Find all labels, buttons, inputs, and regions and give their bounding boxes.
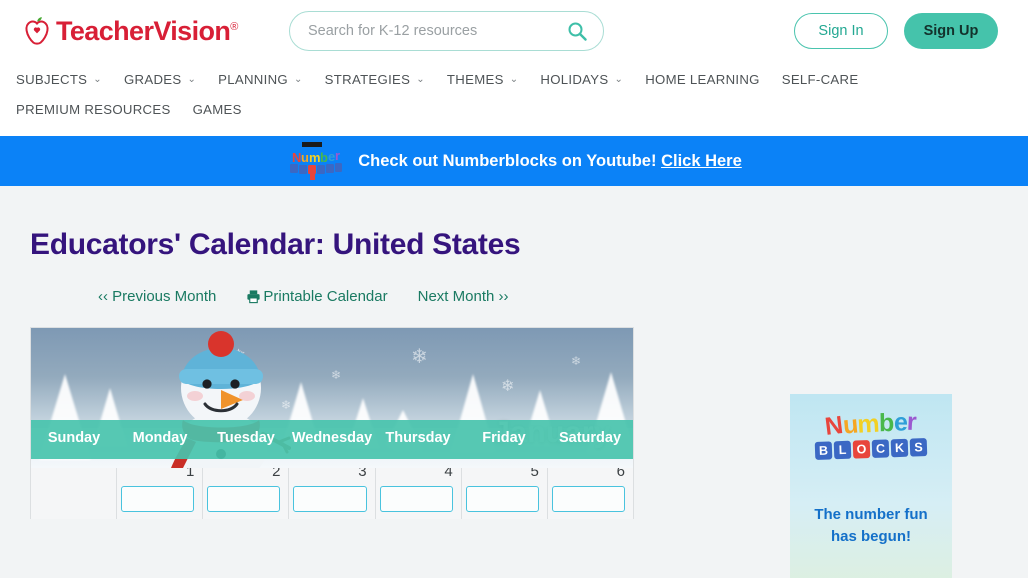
snowflake-icon: ❄ bbox=[331, 368, 342, 382]
previous-month-link[interactable]: ‹‹ Previous Month bbox=[98, 288, 216, 305]
nav-item-label: HOME LEARNING bbox=[645, 71, 760, 87]
svg-text:b: b bbox=[320, 150, 328, 165]
nav-item-label: SELF-CARE bbox=[781, 71, 859, 87]
promo-banner[interactable]: N u m b e r Check out Numberblocks on Yo… bbox=[0, 136, 1028, 186]
snowflake-icon: ❄ bbox=[411, 346, 428, 368]
ad-logo-block: L bbox=[833, 440, 852, 460]
svg-text:N: N bbox=[292, 150, 301, 165]
calendar-event-chip[interactable] bbox=[293, 485, 367, 512]
sign-in-button[interactable]: Sign In bbox=[794, 13, 888, 49]
page-title: Educators' Calendar: United States bbox=[30, 228, 521, 261]
sidebar-column: Number BLOCKS The number fun has begun! bbox=[790, 186, 990, 578]
snowflake-icon: ❄ bbox=[501, 378, 515, 395]
sidebar-ad-numberblocks[interactable]: Number BLOCKS The number fun has begun! bbox=[790, 394, 952, 578]
ad-logo-letter: m bbox=[856, 409, 881, 439]
nav-item-label: PREMIUM RESOURCES bbox=[16, 101, 171, 117]
promo-banner-link[interactable]: Click Here bbox=[661, 152, 742, 170]
svg-text:m: m bbox=[309, 150, 321, 165]
ad-logo-block: S bbox=[909, 438, 928, 457]
ad-logo-letter: b bbox=[879, 409, 895, 438]
promo-banner-text: Check out Numberblocks on Youtube! Click… bbox=[358, 152, 742, 171]
next-month-link[interactable]: Next Month ›› bbox=[418, 288, 509, 305]
next-month-label: Next Month ›› bbox=[417, 288, 509, 305]
calendar-event-chip[interactable] bbox=[207, 485, 281, 512]
site-logo[interactable]: TeacherVision® bbox=[16, 16, 261, 47]
nav-item-home-learning[interactable]: HOME LEARNING bbox=[645, 64, 760, 94]
ad-tagline: The number fun has begun! bbox=[790, 504, 952, 548]
calendar-event-chip[interactable] bbox=[379, 485, 453, 512]
svg-text:u: u bbox=[301, 150, 309, 165]
search-icon[interactable] bbox=[567, 21, 587, 41]
nav-item-premium-resources[interactable]: PREMIUM RESOURCES bbox=[16, 94, 171, 124]
calendar-event-chip[interactable] bbox=[121, 485, 195, 512]
sign-up-button[interactable]: Sign Up bbox=[904, 13, 998, 49]
main-content-column: Educators' Calendar: United States ‹‹ Pr… bbox=[16, 186, 776, 578]
calendar-nav-links: ‹‹ Previous Month Printable Calendar Nex… bbox=[30, 288, 776, 305]
nav-item-grades[interactable]: GRADES ⌄ bbox=[124, 64, 196, 94]
chevron-down-icon: ⌄ bbox=[93, 73, 102, 85]
ad-logo-block: C bbox=[871, 439, 890, 458]
search-box[interactable] bbox=[289, 11, 604, 51]
auth-buttons: Sign In Sign Up bbox=[794, 13, 1012, 49]
nav-item-label: GRADES bbox=[123, 71, 182, 87]
page-body: Educators' Calendar: United States ‹‹ Pr… bbox=[0, 186, 1028, 578]
printable-calendar-label: Printable Calendar bbox=[263, 288, 388, 305]
nav-item-holidays[interactable]: HOLIDAYS ⌄ bbox=[540, 64, 623, 94]
snowflake-icon: ❄ bbox=[571, 354, 582, 368]
nav-item-planning[interactable]: PLANNING ⌄ bbox=[218, 64, 303, 94]
nav-item-self-care[interactable]: SELF-CARE bbox=[782, 64, 859, 94]
nav-item-games[interactable]: GAMES bbox=[193, 94, 242, 124]
nav-item-subjects[interactable]: SUBJECTS ⌄ bbox=[16, 64, 102, 94]
ad-tagline-line2: has begun! bbox=[830, 527, 911, 545]
chevron-down-icon: ⌄ bbox=[187, 73, 197, 85]
ad-logo-word: Number bbox=[824, 407, 918, 442]
chevron-down-icon: ⌄ bbox=[614, 73, 624, 85]
apple-heart-icon bbox=[25, 17, 49, 45]
chevron-down-icon: ⌄ bbox=[509, 73, 519, 85]
nav-item-label: SUBJECTS bbox=[16, 71, 88, 87]
printable-calendar-link[interactable]: Printable Calendar bbox=[246, 288, 388, 305]
printer-icon bbox=[247, 290, 260, 304]
numberblocks-logo-icon: N u m b e r bbox=[286, 141, 344, 181]
nav-item-strategies[interactable]: STRATEGIES ⌄ bbox=[325, 64, 425, 94]
ad-hands-illustration: 10 bbox=[790, 569, 952, 578]
chevron-down-icon: ⌄ bbox=[293, 73, 303, 85]
ad-logo-blocks: BLOCKS bbox=[814, 438, 928, 460]
nav-item-themes[interactable]: THEMES ⌄ bbox=[447, 64, 518, 94]
weekday-header-friday: Friday bbox=[482, 430, 526, 446]
weekday-header-sunday: Sunday bbox=[47, 430, 101, 446]
promo-banner-message: Check out Numberblocks on Youtube! bbox=[358, 151, 657, 170]
weekday-header-wednesday: Wednesday bbox=[291, 430, 373, 446]
ad-logo: Number BLOCKS bbox=[790, 407, 952, 460]
site-header: TeacherVision® Sign In Sign Up SUBJECTS ⌄… bbox=[0, 0, 1028, 136]
weekday-header-tuesday: Tuesday bbox=[217, 430, 275, 446]
previous-month-label: ‹‹ Previous Month bbox=[98, 288, 217, 305]
nav-item-label: STRATEGIES bbox=[324, 71, 411, 87]
calendar-widget: ❄ ❄ ❄ ❄ ❄ ❄ bbox=[30, 327, 634, 519]
site-logo-text: TeacherVision® bbox=[56, 15, 238, 46]
trademark-symbol: ® bbox=[230, 20, 238, 33]
ad-logo-block: K bbox=[890, 438, 909, 458]
weekday-header-thursday: Thursday bbox=[385, 430, 451, 446]
chevron-down-icon: ⌄ bbox=[416, 73, 425, 85]
main-navigation: SUBJECTS ⌄ GRADES ⌄ PLANNING ⌄ STRATEGIES ⌄ THEM… bbox=[0, 62, 1028, 124]
ad-tagline-line1: The number fun bbox=[814, 506, 928, 523]
header-top-bar: TeacherVision® Sign In Sign Up bbox=[0, 0, 1028, 62]
calendar-event-chip[interactable] bbox=[551, 485, 625, 512]
nav-item-label: PLANNING bbox=[218, 71, 288, 87]
nav-item-label: THEMES bbox=[446, 71, 504, 87]
calendar-weekday-header-row: Sunday Monday Tuesday Wednesday Thursday Frid… bbox=[31, 420, 633, 459]
weekday-header-monday: Monday bbox=[132, 430, 188, 446]
search-input[interactable] bbox=[290, 12, 603, 50]
ad-logo-letter: r bbox=[906, 407, 918, 437]
nav-item-label: GAMES bbox=[192, 101, 242, 117]
calendar-event-chip[interactable] bbox=[465, 485, 539, 512]
svg-text:r: r bbox=[335, 148, 340, 163]
nav-item-label: HOLIDAYS bbox=[540, 71, 609, 87]
ad-logo-block: B bbox=[814, 441, 833, 460]
ad-logo-block: O bbox=[852, 440, 871, 459]
weekday-header-saturday: Saturday bbox=[558, 430, 622, 446]
